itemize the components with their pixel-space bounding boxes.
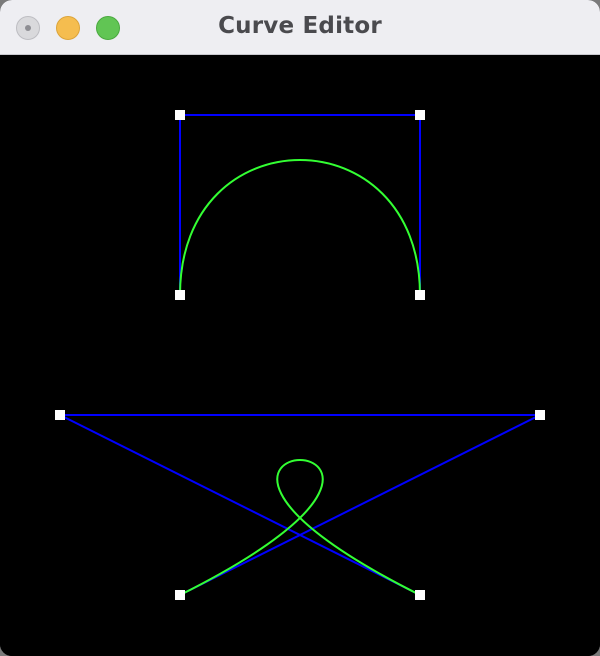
window-title: Curve Editor	[218, 13, 382, 39]
arch-curve[interactable]	[175, 110, 425, 300]
bezier-curve	[179, 159, 421, 296]
control-point-handle[interactable]	[175, 290, 185, 300]
control-point-handle[interactable]	[55, 410, 65, 420]
drawing-canvas[interactable]	[0, 55, 600, 656]
control-polygon	[59, 414, 541, 596]
control-point-handle[interactable]	[175, 590, 185, 600]
control-point-handle[interactable]	[415, 590, 425, 600]
curve-editor-window: Curve Editor	[0, 0, 600, 656]
control-polygon	[179, 114, 421, 295]
control-point-handle[interactable]	[415, 290, 425, 300]
title-bar[interactable]: Curve Editor	[0, 0, 600, 55]
control-point-handle[interactable]	[535, 410, 545, 420]
curve-canvas-svg[interactable]	[0, 55, 600, 656]
loop-curve[interactable]	[55, 410, 545, 600]
control-point-handle[interactable]	[415, 110, 425, 120]
control-point-handle[interactable]	[175, 110, 185, 120]
bezier-curve	[179, 459, 421, 596]
